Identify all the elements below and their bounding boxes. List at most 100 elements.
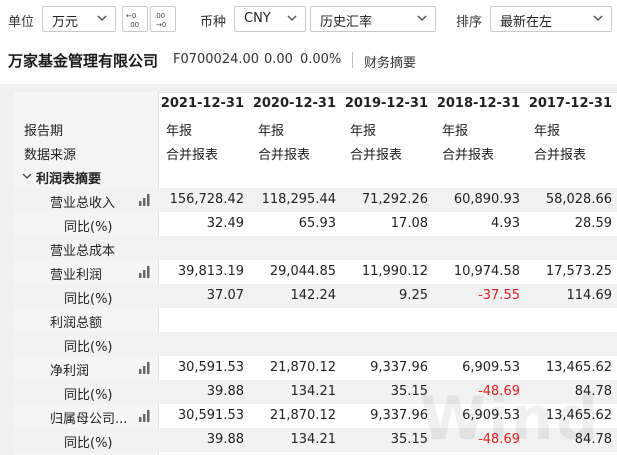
table-cell: 37.07 — [206, 288, 244, 303]
table-cell: 28.59 — [574, 216, 612, 231]
table-row: 同比(%) — [14, 332, 617, 356]
table-cell: 134.21 — [290, 432, 337, 447]
table-cell: 21,870.12 — [269, 408, 336, 423]
row-label: 同比(%) — [64, 388, 113, 403]
tab-financial-summary[interactable]: 财务摘要 — [364, 52, 416, 71]
table-cell: 11,990.12 — [361, 264, 428, 279]
table-cell: 30,591.53 — [177, 408, 244, 423]
decimal-increase-icon: ←0 .00 — [126, 12, 139, 29]
company-name: 万家基金管理有限公司 — [8, 52, 159, 70]
decimal-decrease-button[interactable]: .00 →0 — [150, 6, 176, 32]
bar-chart-icon[interactable] — [138, 194, 152, 206]
table-cell: 39.88 — [206, 384, 244, 399]
svg-text:.00: .00 — [128, 21, 139, 29]
table-cell: 合并报表 — [166, 148, 219, 163]
chevron-down-icon — [287, 15, 297, 21]
table-cell: 30,591.53 — [177, 360, 244, 375]
table-row: 净利润 30,591.53 21,870.12 9,337.96 6,909.53 13,… — [14, 356, 617, 380]
table-cell: 118,295.44 — [261, 192, 336, 207]
table-cell: 年报 — [442, 124, 469, 139]
column-header[interactable]: 2020-12-31 — [246, 96, 336, 111]
toolbar: 单位 万元 ←0 .00 .00 →0 币种 CNY 历史汇率 排序 最新在左 — [0, 0, 617, 38]
row-label: 同比(%) — [64, 292, 113, 307]
table-cell: 9,337.96 — [370, 408, 428, 423]
exchange-rate-select-value: 历史汇率 — [320, 15, 373, 30]
table-cell: 60,890.93 — [453, 192, 520, 207]
table-cell: 年报 — [350, 124, 377, 139]
table-row: 同比(%) 32.49 65.93 17.08 4.93 28.59 — [14, 212, 617, 236]
table-cell: 年报 — [166, 124, 193, 139]
exchange-rate-select[interactable]: 历史汇率 — [310, 6, 436, 32]
currency-select-value: CNY — [244, 11, 271, 26]
table-row: 营业总成本 — [14, 236, 617, 260]
table-cell: 29,044.85 — [269, 264, 336, 279]
table-cell: 21,870.12 — [269, 360, 336, 375]
security-code: F0700024.00 — [173, 52, 260, 67]
change-percent: 0.00% — [300, 52, 342, 67]
bar-chart-icon[interactable] — [138, 266, 152, 278]
column-header[interactable]: 2021-12-31 — [154, 96, 244, 111]
row-label: 同比(%) — [64, 220, 113, 235]
table-row: 营业利润 39,813.19 29,044.85 11,990.12 10,974.58… — [14, 260, 617, 284]
table-cell: 17.08 — [390, 216, 428, 231]
table-cell: 39,813.19 — [177, 264, 244, 279]
row-label: 同比(%) — [64, 436, 113, 451]
table-cell: 35.15 — [390, 432, 428, 447]
table-cell: 35.15 — [390, 384, 428, 399]
chevron-down-icon — [593, 15, 603, 21]
svg-text:→0: →0 — [156, 21, 166, 29]
row-label: 利润总额 — [50, 316, 103, 331]
table-cell: -37.55 — [478, 288, 520, 303]
chevron-down-icon[interactable] — [22, 171, 32, 181]
table-row-report-period: 报告期 年报 年报 年报 年报 年报 — [14, 116, 617, 140]
currency-label: 币种 — [200, 15, 227, 30]
divider — [352, 52, 353, 68]
row-label: 营业总成本 — [50, 244, 116, 259]
chevron-down-icon — [97, 15, 107, 21]
watermark: Wind — [420, 384, 601, 454]
table-row: 营业总收入 156,728.42 118,295.44 71,292.26 60,890… — [14, 188, 617, 212]
unit-select[interactable]: 万元 — [42, 6, 116, 32]
table-header-row: 2021-12-31 2020-12-31 2019-12-31 2018-12… — [14, 92, 617, 116]
table-cell: 年报 — [258, 124, 285, 139]
row-label: 营业总收入 — [50, 196, 116, 211]
table-cell: 65.93 — [298, 216, 336, 231]
table-cell: 58,028.66 — [545, 192, 612, 207]
decimal-increase-button[interactable]: ←0 .00 — [122, 6, 148, 32]
column-header[interactable]: 2018-12-31 — [430, 96, 520, 111]
table-row-data-source: 数据来源 合并报表 合并报表 合并报表 合并报表 合并报表 — [14, 140, 617, 164]
bar-chart-icon[interactable] — [138, 410, 152, 422]
table-row: 同比(%) 37.07 142.24 9.25 -37.55 114.69 — [14, 284, 617, 308]
unit-select-value: 万元 — [52, 15, 79, 30]
column-header[interactable]: 2017-12-31 — [522, 96, 612, 111]
unit-label: 单位 — [8, 15, 35, 30]
row-label: 净利润 — [50, 364, 90, 379]
row-label: 报告期 — [24, 124, 64, 139]
sort-select[interactable]: 最新在左 — [490, 6, 612, 32]
bar-chart-icon[interactable] — [138, 362, 152, 374]
table-cell: 4.93 — [491, 216, 520, 231]
sort-select-value: 最新在左 — [500, 15, 553, 30]
currency-select[interactable]: CNY — [234, 6, 306, 32]
table-cell: 合并报表 — [258, 148, 311, 163]
table-cell: 9.25 — [399, 288, 428, 303]
row-label: 归属母公司... — [50, 412, 128, 427]
table-cell: 合并报表 — [534, 148, 587, 163]
table-cell: 合并报表 — [442, 148, 495, 163]
column-header[interactable]: 2019-12-31 — [338, 96, 428, 111]
table-cell: 年报 — [534, 124, 561, 139]
table-cell: 9,337.96 — [370, 360, 428, 375]
table-cell: 71,292.26 — [361, 192, 428, 207]
svg-text:←0: ←0 — [126, 12, 136, 20]
table-cell: 32.49 — [206, 216, 244, 231]
table-row: 利润总额 — [14, 308, 617, 332]
table-cell: 114.69 — [566, 288, 613, 303]
table-cell: 156,728.42 — [169, 192, 244, 207]
section-income-statement[interactable]: 利润表摘要 — [14, 164, 617, 188]
table-cell: 合并报表 — [350, 148, 403, 163]
decimal-decrease-icon: .00 →0 — [154, 12, 166, 29]
svg-text:.00: .00 — [154, 12, 165, 20]
chevron-down-icon — [417, 15, 427, 21]
row-label: 同比(%) — [64, 340, 113, 355]
sort-label: 排序 — [456, 15, 483, 30]
